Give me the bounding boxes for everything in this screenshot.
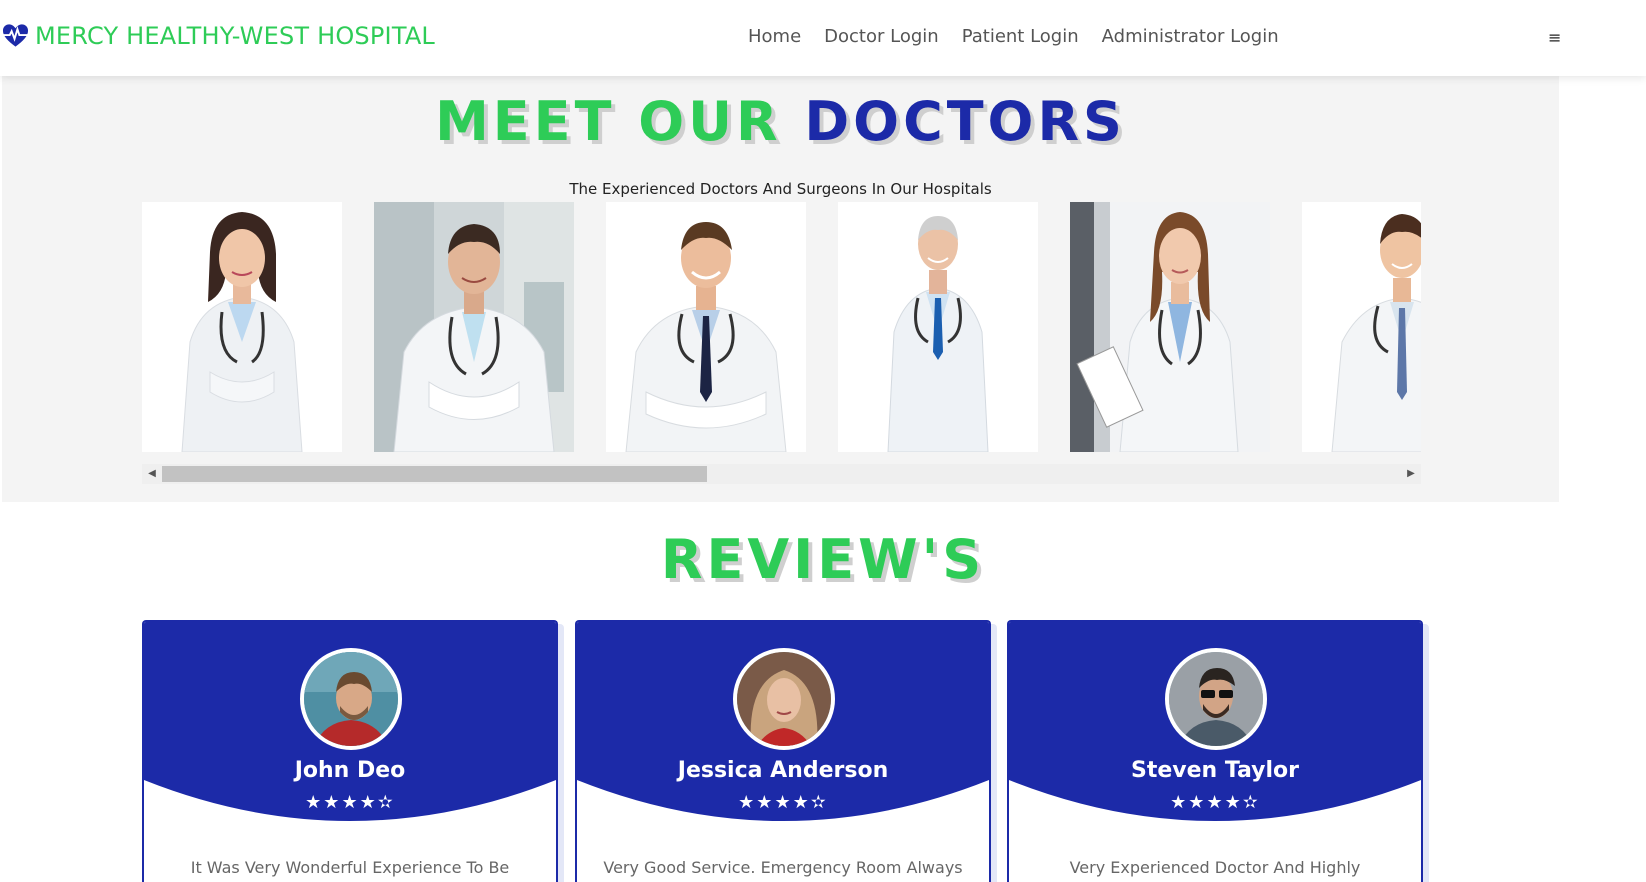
menu-icon[interactable]: ≡ [1548,28,1561,47]
rating-stars-icon: ★★★★✫ [738,792,828,813]
doctor-image [1070,202,1270,452]
reviewer-avatar [733,648,835,750]
doctor-photo[interactable] [606,202,806,452]
review-card: John Deo ★★★★✫ It Was Very Wonderful Exp… [142,620,558,882]
doctor-image [838,202,1038,452]
doctor-strip [142,202,1421,452]
doctor-image [142,202,342,452]
scroll-right-icon[interactable]: ▶ [1401,464,1421,484]
review-card: Steven Taylor ★★★★✫ Very Experienced Doc… [1007,620,1423,882]
doctor-photo[interactable] [1302,202,1421,452]
reviewer-avatar [300,648,402,750]
site-header: MERCY HEALTHY-WEST HOSPITAL Home Doctor … [0,0,1646,76]
doctors-title-part1: MEET OUR [435,90,782,153]
review-card: Jessica Anderson ★★★★✫ Very Good Service… [575,620,991,882]
nav-patient-login[interactable]: Patient Login [962,26,1079,47]
doctors-title: MEET OUR DOCTORS [2,90,1559,153]
brand-name: MERCY HEALTHY-WEST HOSPITAL [35,22,436,50]
scroll-left-icon[interactable]: ◀ [142,464,162,484]
review-text: It Was Very Wonderful Experience To Be [190,858,510,877]
brand[interactable]: MERCY HEALTHY-WEST HOSPITAL [2,22,435,50]
reviewer-name: John Deo [294,758,406,783]
doctor-image [606,202,806,452]
reviews-title-text: REVIEW'S [660,528,986,591]
scrollbar-thumb[interactable] [162,466,707,482]
heartbeat-icon [2,24,29,47]
nav-doctor-login[interactable]: Doctor Login [824,26,939,47]
doctor-image [374,202,574,452]
main-nav: Home Doctor Login Patient Login Administ… [748,26,1279,47]
doctor-carousel[interactable]: ◀ ▶ [142,202,1421,529]
doctors-subtitle: The Experienced Doctors And Surgeons In … [569,180,992,198]
doctor-photo[interactable] [1070,202,1270,452]
doctor-photo[interactable] [142,202,342,452]
reviewer-avatar [1165,648,1267,750]
reviewer-name: Jessica Anderson [677,758,889,783]
nav-administrator-login[interactable]: Administrator Login [1102,26,1279,47]
doctor-image [1302,202,1421,452]
doctors-title-part2: DOCTORS [804,90,1126,153]
carousel-scrollbar[interactable]: ◀ ▶ [142,464,1421,484]
doctor-photo[interactable] [374,202,574,452]
doctors-section: MEET OUR DOCTORS The Experienced Doctors… [2,76,1559,502]
reviewer-name: Steven Taylor [1130,758,1300,783]
review-text: Very Experienced Doctor And Highly [1069,858,1361,877]
nav-home[interactable]: Home [748,26,801,47]
review-text: Very Good Service. Emergency Room Always [603,858,963,877]
doctor-photo[interactable] [838,202,1038,452]
rating-stars-icon: ★★★★✫ [1170,792,1260,813]
rating-stars-icon: ★★★★✫ [305,792,395,813]
reviews-title: REVIEW'S [0,528,1646,591]
